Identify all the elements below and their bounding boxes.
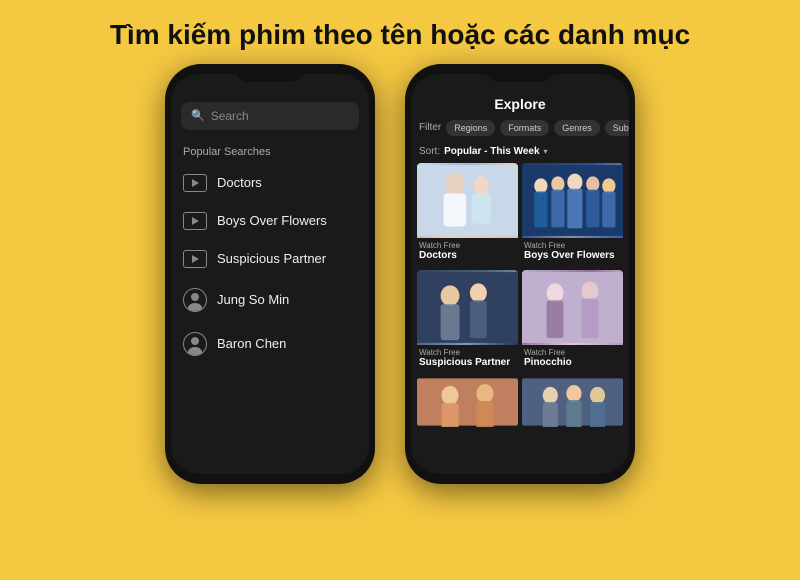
show-card-doctors[interactable]: Watch Free Doctors — [417, 163, 518, 266]
search-item-label: Doctors — [217, 175, 262, 190]
list-item[interactable]: Suspicious Partner — [171, 240, 369, 278]
list-item[interactable]: Baron Chen — [171, 322, 369, 366]
grid-info: Watch Free Doctors — [417, 238, 518, 266]
right-phone-screen: Explore Filter Regions Formats Genres Su… — [411, 74, 629, 474]
phones-container: 🔍 Search Popular Searches Doctors — [0, 64, 800, 484]
sort-bar: Sort: Popular - This Week ▾ — [411, 142, 629, 163]
partial-thumb-left — [417, 377, 518, 427]
filter-subtitles[interactable]: Subt — [605, 120, 629, 136]
partial-right-svg — [522, 377, 623, 427]
search-placeholder-text: Search — [211, 109, 249, 123]
grid-info: Watch Free Pinocchio — [522, 345, 623, 373]
show-card-boys[interactable]: Watch Free Boys Over Flowers — [522, 163, 623, 266]
filter-label: Filter — [419, 122, 441, 133]
person-icon — [183, 288, 207, 312]
video-icon — [183, 174, 207, 192]
list-item[interactable]: Jung So Min — [171, 278, 369, 322]
video-icon — [183, 250, 207, 268]
show-title: Boys Over Flowers — [524, 250, 621, 261]
person-icon — [183, 332, 207, 356]
show-title: Pinocchio — [524, 357, 621, 368]
search-bar[interactable]: 🔍 Search — [181, 102, 359, 130]
watch-free-badge: Watch Free — [419, 348, 516, 357]
filter-formats[interactable]: Formats — [500, 120, 549, 136]
watch-free-badge: Watch Free — [524, 241, 621, 250]
search-item-label: Suspicious Partner — [217, 251, 326, 266]
page-headline: Tìm kiếm phim theo tên hoặc các danh mục — [0, 0, 800, 64]
grid-info: Watch Free Boys Over Flowers — [522, 238, 623, 266]
partial-thumb-right — [522, 377, 623, 427]
show-title: Doctors — [419, 250, 516, 261]
watch-free-badge: Watch Free — [419, 241, 516, 250]
filter-regions[interactable]: Regions — [446, 120, 495, 136]
explore-screen: Explore Filter Regions Formats Genres Su… — [411, 74, 629, 474]
thumb-doctors — [417, 163, 518, 238]
search-icon: 🔍 — [191, 109, 205, 122]
partial-row — [411, 373, 629, 427]
right-phone: Explore Filter Regions Formats Genres Su… — [405, 64, 635, 484]
play-triangle-icon — [192, 255, 199, 263]
sort-prefix: Sort: — [419, 146, 440, 157]
left-phone-notch — [235, 64, 305, 82]
show-title: Suspicious Partner — [419, 357, 516, 368]
watch-free-badge: Watch Free — [524, 348, 621, 357]
search-item-label: Jung So Min — [217, 292, 289, 307]
doctors-thumbnail-svg — [417, 163, 518, 238]
filter-bar: Filter Regions Formats Genres Subt — [411, 120, 629, 142]
search-screen: 🔍 Search Popular Searches Doctors — [171, 74, 369, 474]
list-item[interactable]: Boys Over Flowers — [171, 202, 369, 240]
shows-grid: Watch Free Doctors — [411, 163, 629, 373]
thumb-suspicious — [417, 270, 518, 345]
sort-value[interactable]: Popular - This Week — [444, 146, 539, 157]
search-item-label: Boys Over Flowers — [217, 213, 327, 228]
boys-thumbnail-svg — [522, 163, 623, 238]
video-icon — [183, 212, 207, 230]
play-triangle-icon — [192, 179, 199, 187]
partial-left-svg — [417, 377, 518, 427]
show-card-suspicious[interactable]: Watch Free Suspicious Partner — [417, 270, 518, 373]
left-phone-screen: 🔍 Search Popular Searches Doctors — [171, 74, 369, 474]
search-item-label: Baron Chen — [217, 336, 286, 351]
thumb-boys — [522, 163, 623, 238]
pinocchio-thumbnail-svg — [522, 270, 623, 345]
chevron-down-icon: ▾ — [544, 147, 548, 156]
show-card-pinocchio[interactable]: Watch Free Pinocchio — [522, 270, 623, 373]
list-item[interactable]: Doctors — [171, 164, 369, 202]
play-triangle-icon — [192, 217, 199, 225]
left-phone: 🔍 Search Popular Searches Doctors — [165, 64, 375, 484]
right-phone-notch — [485, 64, 555, 82]
grid-info: Watch Free Suspicious Partner — [417, 345, 518, 373]
thumb-pinocchio — [522, 270, 623, 345]
popular-searches-label: Popular Searches — [171, 138, 369, 164]
suspicious-thumbnail-svg — [417, 270, 518, 345]
filter-genres[interactable]: Genres — [554, 120, 600, 136]
